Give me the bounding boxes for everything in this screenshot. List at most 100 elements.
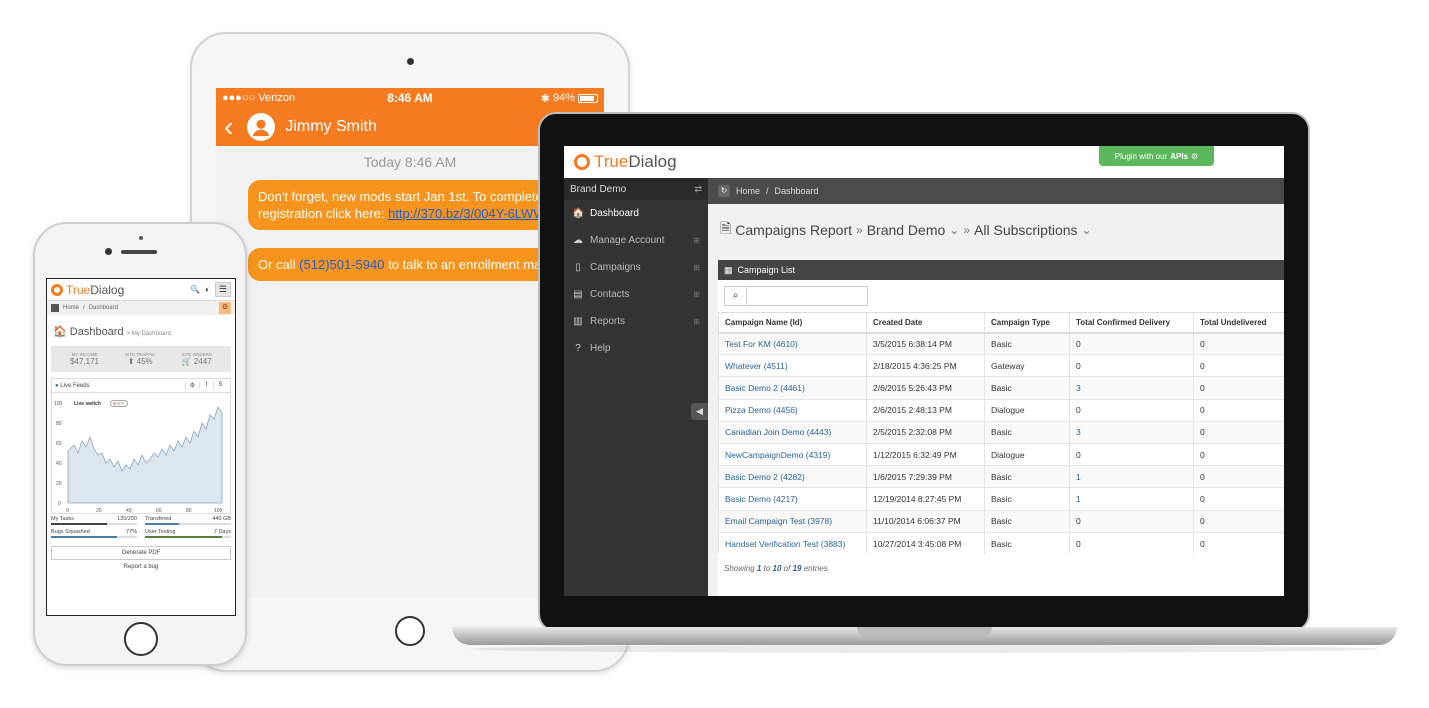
tab-facebook[interactable]: f bbox=[199, 382, 213, 389]
live-switch-toggle[interactable]: ●OFF bbox=[110, 400, 128, 407]
switch-state: OFF bbox=[115, 401, 125, 406]
expand-icon[interactable]: ⊞ bbox=[693, 290, 700, 299]
sidebar-item-campaigns[interactable]: ▯ Campaigns ⊞ bbox=[564, 254, 708, 281]
cell-campaign-name[interactable]: Basic Demo (4217) bbox=[718, 487, 867, 510]
table-row[interactable]: Handset Verification Test (3883) 10/27/20… bbox=[718, 531, 1284, 555]
expand-icon[interactable]: ⊞ bbox=[693, 263, 700, 272]
page-title: 🗎 Campaigns Report » Brand Demo ⌄ » All … bbox=[708, 204, 1284, 254]
home-button[interactable] bbox=[124, 622, 158, 656]
subscription-dropdown[interactable]: All Subscriptions bbox=[974, 222, 1078, 238]
cell-campaign-name[interactable]: Basic Demo 2 (4461) bbox=[718, 376, 867, 400]
crumb-home[interactable]: Home bbox=[736, 186, 760, 196]
x-tick: 20 bbox=[96, 508, 102, 513]
footer-text: entries bbox=[803, 564, 828, 574]
file-icon: 🗎 bbox=[720, 220, 732, 236]
avatar[interactable] bbox=[247, 113, 276, 141]
cell-campaign-type: Basic bbox=[984, 487, 1070, 510]
column-header-created[interactable]: Created Date bbox=[866, 312, 985, 334]
sidebar-item-dashboard[interactable]: 🏠 Dashboard bbox=[564, 200, 708, 227]
cell-created-date: 2/6/2015 5:26:43 PM bbox=[866, 376, 985, 400]
column-header-type[interactable]: Campaign Type bbox=[984, 312, 1070, 334]
campaign-table: Campaign Name (Id) Created Date Campaign… bbox=[718, 312, 1284, 555]
expand-icon[interactable]: ⊞ bbox=[693, 236, 700, 245]
search-box[interactable]: ⌕ bbox=[724, 286, 868, 306]
chevron-down-icon[interactable]: ⌄ bbox=[1082, 223, 1092, 237]
brand-selector[interactable]: Brand Demo ⇄ bbox=[564, 178, 708, 200]
truedialog-logo-icon bbox=[574, 154, 590, 170]
sidebar-item-label: Manage Account bbox=[590, 235, 665, 246]
collapse-sidebar-icon[interactable]: ◀ bbox=[691, 403, 708, 420]
sidebar-item-help[interactable]: ? Help bbox=[564, 335, 708, 362]
cell-created-date: 12/19/2014 8:27:45 PM bbox=[866, 487, 985, 510]
table-row[interactable]: Basic Demo 2 (4461) 2/6/2015 5:26:43 PM Ba… bbox=[718, 376, 1284, 400]
cell-created-date: 1/6/2015 7:29:39 PM bbox=[866, 465, 985, 488]
back-icon[interactable]: ‹ bbox=[224, 113, 233, 141]
gear-icon[interactable]: ⚙ bbox=[219, 302, 231, 314]
sidebar-nav: 🏠 Dashboard ☁ Manage Account ⊞ ▯ Campaig… bbox=[564, 200, 708, 362]
sidebar-item-label: Contacts bbox=[590, 289, 630, 300]
sidebar-item-reports[interactable]: ▥ Reports ⊞ bbox=[564, 308, 708, 335]
cell-campaign-name[interactable]: Basic Demo 2 (4282) bbox=[718, 465, 867, 488]
table-row[interactable]: Basic Demo 2 (4282) 1/6/2015 7:29:39 PM Ba… bbox=[718, 465, 1284, 488]
title-campaigns-report: Campaigns Report bbox=[735, 222, 852, 238]
cell-campaign-name[interactable]: Handset Verification Test (3883) bbox=[718, 531, 867, 555]
table-row[interactable]: Whatever (4511) 2/18/2015 4:36:25 PM Gatew… bbox=[718, 354, 1284, 377]
brand-dropdown[interactable]: Brand Demo bbox=[867, 222, 946, 238]
truedialog-logo-icon bbox=[51, 283, 63, 296]
tab-s[interactable]: S bbox=[213, 382, 227, 389]
footer-text: of bbox=[783, 564, 791, 574]
cell-campaign-name[interactable]: Pizza Demo (4456) bbox=[718, 398, 867, 422]
menu-icon[interactable]: ☰ bbox=[214, 282, 231, 297]
cell-campaign-name[interactable]: Email Campaign Test (3978) bbox=[718, 509, 867, 533]
progress-label: My Tasks bbox=[51, 516, 74, 522]
person-icon bbox=[253, 119, 270, 137]
tab-settings[interactable]: ⚙ bbox=[185, 382, 199, 389]
cell-campaign-name[interactable]: NewCampaignDemo (4319) bbox=[718, 442, 867, 466]
y-tick: 0 bbox=[58, 501, 61, 507]
table-row[interactable]: Canadian Join Demo (4443) 2/5/2015 2:32:0… bbox=[718, 420, 1284, 444]
cell-campaign-name[interactable]: Canadian Join Demo (4443) bbox=[718, 420, 867, 444]
switch-icon[interactable]: ⇄ bbox=[694, 184, 702, 195]
phone-camera bbox=[105, 248, 112, 255]
column-header-undelivered[interactable]: Total Undelivered bbox=[1193, 312, 1284, 334]
logo-dialog: Dialog bbox=[628, 152, 677, 171]
crumb-home[interactable]: Home bbox=[63, 305, 79, 311]
plugin-apis-button[interactable]: Plugin with our APIs ⚙ bbox=[1099, 146, 1214, 166]
table-row[interactable]: Basic Demo (4217) 12/19/2014 8:27:45 PM Ba… bbox=[718, 487, 1284, 510]
column-header-confirmed[interactable]: Total Confirmed Delivery bbox=[1069, 312, 1194, 334]
table-row[interactable]: Email Campaign Test (3978) 11/10/2014 6:0… bbox=[718, 509, 1284, 533]
footer-total: 19 bbox=[792, 564, 802, 574]
cell-campaign-name[interactable]: Whatever (4511) bbox=[718, 354, 867, 377]
footer-to: 10 bbox=[772, 564, 782, 574]
search-icon[interactable]: ⌕ bbox=[725, 287, 747, 305]
chevron-down-icon[interactable]: ⌄ bbox=[949, 223, 959, 237]
report-bug-button[interactable]: Report a bug bbox=[51, 564, 231, 570]
generate-pdf-button[interactable]: Generate PDF bbox=[51, 546, 231, 560]
feed-title: Live Feeds bbox=[60, 382, 90, 389]
home-button[interactable] bbox=[395, 616, 425, 646]
toggle-icon[interactable]: ◐ bbox=[205, 285, 210, 294]
sidebar-item-manage-account[interactable]: ☁ Manage Account ⊞ bbox=[564, 227, 708, 254]
x-tick: 80 bbox=[186, 508, 192, 513]
column-header-name[interactable]: Campaign Name (Id) bbox=[718, 312, 867, 334]
cell-campaign-name[interactable]: Test For KM (4610) bbox=[718, 331, 867, 355]
sidebar-item-contacts[interactable]: ▤ Contacts ⊞ bbox=[564, 281, 708, 308]
table-row[interactable]: NewCampaignDemo (4319) 1/12/2015 6:32:49 … bbox=[718, 442, 1284, 466]
search-icon[interactable]: 🔍 bbox=[190, 285, 200, 294]
cell-campaign-type: Basic bbox=[984, 509, 1070, 533]
table-row[interactable]: Test For KM (4610) 3/5/2015 6:38:14 PM Bas… bbox=[718, 331, 1284, 355]
title-sub: > My Dashboard bbox=[126, 331, 171, 337]
y-tick: 60 bbox=[56, 441, 62, 447]
table-row[interactable]: Pizza Demo (4456) 2/6/2015 2:48:13 PM Dial… bbox=[718, 398, 1284, 422]
progress-fill bbox=[51, 536, 118, 538]
plugin-text: Plugin with our bbox=[1114, 151, 1168, 161]
title-text: Dashboard bbox=[69, 326, 124, 338]
refresh-icon[interactable] bbox=[51, 304, 59, 312]
refresh-icon[interactable]: ↻ bbox=[718, 185, 730, 197]
cell-campaign-type: Basic bbox=[984, 376, 1070, 400]
phone-link[interactable]: (512)501-5940 bbox=[299, 257, 384, 272]
logo-text[interactable]: TrueDialog bbox=[594, 152, 677, 172]
expand-icon[interactable]: ⊞ bbox=[693, 317, 700, 326]
cell-created-date: 1/12/2015 6:32:49 PM bbox=[866, 442, 985, 466]
message-link[interactable]: http://370.bz/3/004Y-6LWW bbox=[388, 206, 546, 221]
